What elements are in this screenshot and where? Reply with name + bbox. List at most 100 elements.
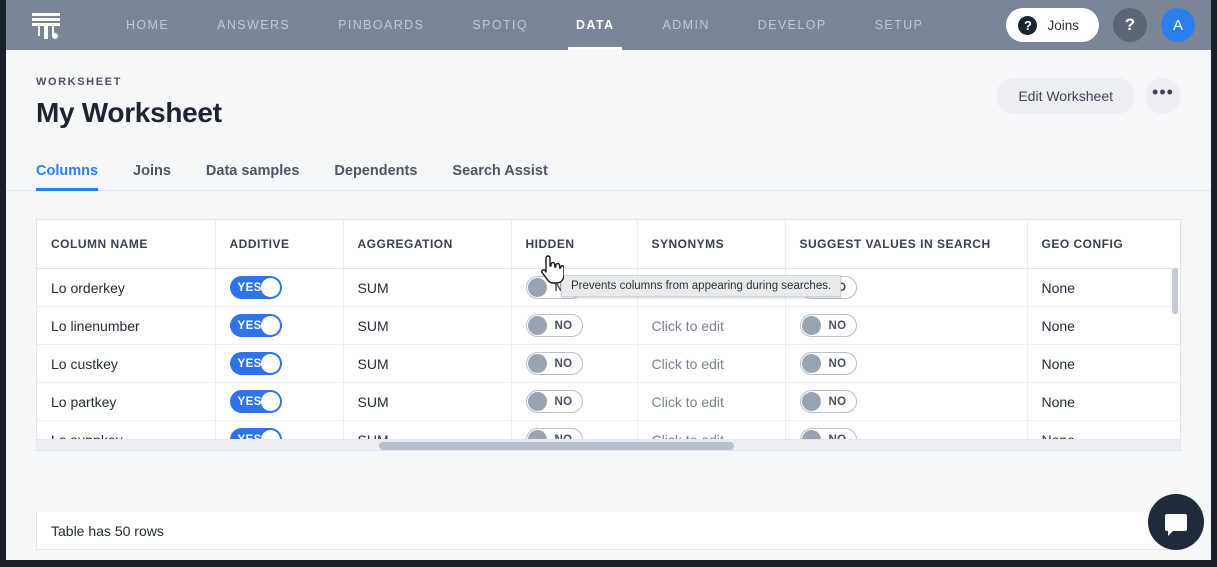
cell-synonyms[interactable]: Click to edit [637, 383, 785, 421]
header-additive[interactable]: ADDITIVE [215, 220, 343, 269]
toggle-label: YES [238, 282, 262, 294]
cell-aggregation[interactable]: SUM [343, 383, 511, 421]
nav-item-admin[interactable]: ADMIN [644, 0, 727, 50]
tab-dependents[interactable]: Dependents [334, 163, 417, 190]
cell-column-name[interactable]: Lo orderkey [37, 269, 215, 307]
additive-toggle[interactable]: YES [230, 352, 282, 375]
header-actions: Edit Worksheet ••• [996, 78, 1181, 114]
tab-label: Columns [36, 163, 98, 179]
tab-label: Search Assist [452, 163, 547, 179]
tab-columns[interactable]: Columns [36, 163, 98, 190]
suggest-values-toggle[interactable]: NO [800, 314, 857, 337]
cell-aggregation[interactable]: SUM [343, 269, 511, 307]
cell-additive[interactable]: YES [215, 269, 343, 307]
header-suggest-values-in-search[interactable]: SUGGEST VALUES IN SEARCH [785, 220, 1027, 269]
horizontal-scrollbar-thumb[interactable] [379, 442, 734, 450]
table-header: COLUMN NAME ADDITIVE AGGREGATION HIDDEN … [37, 220, 1181, 269]
help-button[interactable]: ? [1113, 8, 1147, 42]
chat-bubble-icon [1165, 514, 1187, 531]
cell-aggregation[interactable]: SUM [343, 345, 511, 383]
nav-label: SETUP [875, 18, 924, 32]
tab-data-samples[interactable]: Data samples [206, 163, 300, 190]
table-row-count-label: Table has 50 rows [51, 523, 164, 539]
more-options-button[interactable]: ••• [1145, 78, 1181, 114]
tab-search-assist[interactable]: Search Assist [452, 163, 547, 190]
toggle-knob [261, 392, 280, 411]
nav-item-answers[interactable]: ANSWERS [199, 0, 308, 50]
help-circle-icon: ? [1018, 16, 1037, 35]
nav-item-pinboards[interactable]: PINBOARDS [320, 0, 442, 50]
nav-item-data[interactable]: DATA [558, 0, 632, 50]
additive-toggle[interactable]: YES [230, 314, 282, 337]
nav-item-home[interactable]: HOME [108, 0, 187, 50]
tab-joins[interactable]: Joins [133, 163, 171, 190]
joins-button[interactable]: ? Joins [1006, 8, 1099, 42]
table-row: Lo linenumber YES SUM NO Click to edit NO None [37, 307, 1181, 345]
toggle-knob [261, 316, 280, 335]
cell-geo-config[interactable]: None [1027, 383, 1181, 421]
nav-item-develop[interactable]: DEVELOP [740, 0, 845, 50]
nav-item-setup[interactable]: SETUP [857, 0, 942, 50]
cell-suggest-values[interactable]: NO [785, 307, 1027, 345]
question-mark-icon: ? [1125, 15, 1135, 35]
toggle-knob [261, 278, 280, 297]
table-horizontal-scrollbar[interactable] [37, 439, 1180, 450]
header-hidden[interactable]: HIDDEN [511, 220, 637, 269]
additive-toggle[interactable]: YES [230, 276, 282, 299]
additive-toggle[interactable]: YES [230, 390, 282, 413]
chat-support-button[interactable] [1148, 494, 1204, 550]
hidden-toggle[interactable]: NO [526, 352, 583, 375]
tab-label: Joins [133, 163, 171, 179]
hidden-toggle[interactable]: NO [526, 390, 583, 413]
toggle-knob [528, 316, 547, 335]
cell-geo-config[interactable]: None [1027, 307, 1181, 345]
suggest-values-toggle[interactable]: NO [800, 390, 857, 413]
cell-additive[interactable]: YES [215, 307, 343, 345]
toggle-label: NO [554, 396, 572, 408]
cell-geo-config[interactable]: None [1027, 345, 1181, 383]
cell-hidden[interactable]: NO [511, 307, 637, 345]
table-row: Lo custkey YES SUM NO Click to edit NO None [37, 345, 1181, 383]
edit-worksheet-button[interactable]: Edit Worksheet [996, 78, 1135, 114]
cell-column-name[interactable]: Lo linenumber [37, 307, 215, 345]
cell-hidden[interactable]: NO [511, 383, 637, 421]
header-geo-config[interactable]: GEO CONFIG [1027, 220, 1181, 269]
page-header: WORKSHEET My Worksheet Edit Worksheet ••… [6, 50, 1211, 129]
nav-label: PINBOARDS [338, 18, 424, 32]
edit-worksheet-label: Edit Worksheet [1018, 88, 1113, 104]
hidden-column-tooltip: Prevents columns from appearing during s… [561, 275, 841, 297]
header-synonyms[interactable]: SYNONYMS [637, 220, 785, 269]
cell-aggregation[interactable]: SUM [343, 307, 511, 345]
synonyms-edit-link[interactable]: Click to edit [652, 356, 724, 372]
tooltip-text: Prevents columns from appearing during s… [571, 280, 831, 292]
table-vertical-scrollbar[interactable] [1172, 268, 1178, 314]
column-name-text: Lo orderkey [51, 280, 125, 296]
aggregation-value: SUM [358, 318, 389, 334]
cell-additive[interactable]: YES [215, 383, 343, 421]
cell-column-name[interactable]: Lo partkey [37, 383, 215, 421]
cell-column-name[interactable]: Lo custkey [37, 345, 215, 383]
synonyms-edit-link[interactable]: Click to edit [652, 318, 724, 334]
hidden-toggle[interactable]: NO [526, 314, 583, 337]
cell-geo-config[interactable]: None [1027, 269, 1181, 307]
suggest-values-toggle[interactable]: NO [800, 352, 857, 375]
user-avatar[interactable]: A [1161, 8, 1195, 42]
cell-synonyms[interactable]: Click to edit [637, 345, 785, 383]
nav-item-spotiq[interactable]: SPOTIQ [454, 0, 546, 50]
toggle-knob [802, 392, 821, 411]
cell-additive[interactable]: YES [215, 345, 343, 383]
thoughtspot-logo-icon[interactable] [28, 7, 64, 43]
toggle-label: NO [828, 396, 846, 408]
column-name-text: Lo custkey [51, 356, 118, 372]
toggle-knob [528, 278, 547, 297]
cell-suggest-values[interactable]: NO [785, 345, 1027, 383]
cell-hidden[interactable]: NO [511, 345, 637, 383]
header-aggregation[interactable]: AGGREGATION [343, 220, 511, 269]
cell-suggest-values[interactable]: NO [785, 383, 1027, 421]
header-column-name[interactable]: COLUMN NAME [37, 220, 215, 269]
toggle-knob [528, 354, 547, 373]
cell-synonyms[interactable]: Click to edit [637, 307, 785, 345]
synonyms-edit-link[interactable]: Click to edit [652, 394, 724, 410]
toggle-knob [802, 316, 821, 335]
aggregation-value: SUM [358, 356, 389, 372]
